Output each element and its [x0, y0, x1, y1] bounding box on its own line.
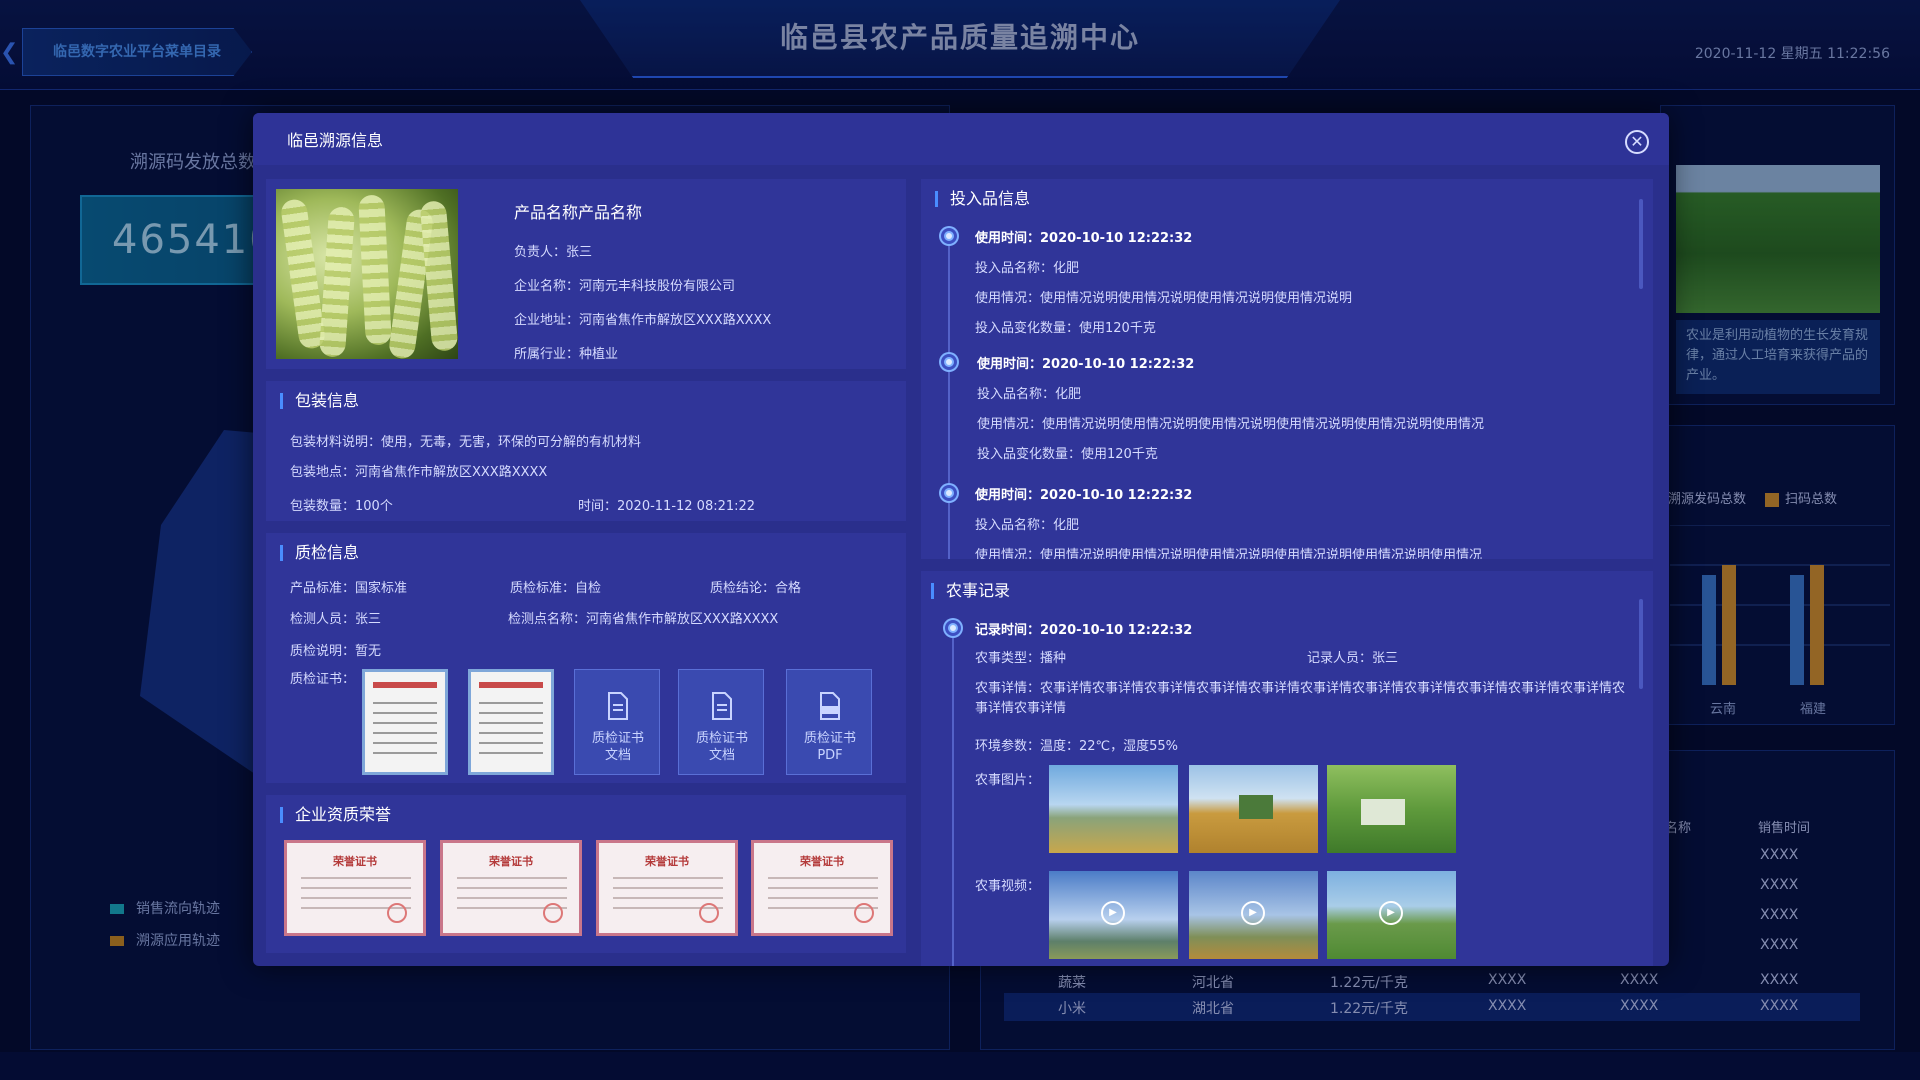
- play-icon[interactable]: ▶: [1379, 901, 1403, 925]
- inputs-card: 投入品信息 使用时间：2020-10-10 12:22:32 投入品名称：化肥 …: [921, 179, 1653, 559]
- farming-env: 环境参数：温度：22℃，湿度55%: [975, 739, 1179, 754]
- farming-videos-label: 农事视频：: [975, 879, 1041, 894]
- input-time: 使用时间：2020-10-10 12:22:32: [975, 488, 1193, 503]
- quality-doc-button[interactable]: 质检证书 文档: [574, 669, 660, 775]
- input-name: 投入品名称：化肥: [975, 518, 1080, 533]
- honor-heading: 荣誉证书: [333, 855, 377, 868]
- quality-pdf-button[interactable]: 质检证书 PDF: [786, 669, 872, 775]
- farming-time: 记录时间：2020-10-10 12:22:32: [975, 623, 1193, 638]
- timeline-dot: [941, 228, 957, 244]
- honor-certificate[interactable]: 荣誉证书: [751, 840, 893, 936]
- doc-label: 质检证书: [695, 731, 748, 746]
- packaging-quantity: 包装数量：100个: [290, 499, 393, 514]
- honors-title: 企业资质荣誉: [280, 807, 391, 823]
- trace-info-modal: 临邑溯源信息 ✕ 产品名称产品名称 负责人：张三 企业名称：河南元丰科技股份有限…: [253, 113, 1669, 966]
- seal-icon: [699, 903, 719, 923]
- honor-certificate[interactable]: 荣誉证书: [440, 840, 582, 936]
- input-qty: 投入品变化数量：使用120千克: [975, 321, 1156, 336]
- quality-conclusion: 质检结论：合格: [710, 581, 802, 596]
- packaging-time: 时间：2020-11-12 08:21:22: [578, 499, 756, 514]
- document-icon: [608, 692, 628, 720]
- packaging-card: 包装信息 包装材料说明：使用，无毒，无害，环保的可分解的有机材料 包装地点：河南…: [266, 381, 906, 521]
- input-qty: 投入品变化数量：使用120千克: [977, 447, 1158, 462]
- quality-doc-button[interactable]: 质检证书 文档: [678, 669, 764, 775]
- modal-title: 临邑溯源信息: [287, 131, 384, 150]
- quality-product-standard: 产品标准：国家标准: [290, 581, 408, 596]
- honor-heading: 荣誉证书: [800, 855, 844, 868]
- doc-type: 文档: [708, 748, 735, 763]
- modal-header: 临邑溯源信息 ✕: [253, 113, 1669, 165]
- input-usage: 使用情况：使用情况说明使用情况说明使用情况说明使用情况说明使用情况说明使用情况: [977, 417, 1485, 432]
- timeline-dot: [941, 485, 957, 501]
- input-usage: 使用情况：使用情况说明使用情况说明使用情况说明使用情况说明使用情况说明使用情况: [975, 548, 1483, 559]
- farming-video[interactable]: ▶: [1189, 871, 1318, 959]
- farming-images-label: 农事图片：: [975, 773, 1041, 788]
- honor-heading: 荣誉证书: [645, 855, 689, 868]
- farming-video[interactable]: ▶: [1049, 871, 1178, 959]
- quality-inspector: 检测人员：张三: [290, 612, 382, 627]
- timeline-line: [948, 229, 950, 559]
- doc-type: 文档: [604, 748, 631, 763]
- packaging-place: 包装地点：河南省焦作市解放区XXX路XXXX: [290, 465, 548, 480]
- packaging-material: 包装材料说明：使用，无毒，无害，环保的可分解的有机材料: [290, 435, 642, 450]
- farming-image[interactable]: [1327, 765, 1456, 853]
- input-usage: 使用情况：使用情况说明使用情况说明使用情况说明使用情况说明: [975, 291, 1353, 306]
- honor-heading: 荣誉证书: [489, 855, 533, 868]
- quality-certificate-thumb[interactable]: [362, 669, 448, 775]
- farming-detail: 农事详情：农事详情农事详情农事详情农事详情农事详情农事详情农事详情农事详情农事详…: [975, 681, 1626, 716]
- quality-title: 质检信息: [280, 545, 359, 561]
- honors-card: 企业资质荣誉 荣誉证书 荣誉证书 荣誉证书 荣誉证书: [266, 795, 906, 953]
- quality-certificate-thumb[interactable]: [468, 669, 554, 775]
- product-company: 企业名称：河南元丰科技股份有限公司: [514, 279, 736, 294]
- quality-card: 质检信息 产品标准：国家标准 质检标准：自检 质检结论：合格 检测人员：张三 检…: [266, 533, 906, 783]
- input-name: 投入品名称：化肥: [975, 261, 1080, 276]
- seal-icon: [387, 903, 407, 923]
- close-icon[interactable]: ✕: [1625, 130, 1649, 154]
- timeline-line: [952, 621, 954, 966]
- product-industry: 所属行业：种植业: [514, 347, 619, 362]
- product-address: 企业地址：河南省焦作市解放区XXX路XXXX: [514, 313, 772, 328]
- farming-type: 农事类型：播种: [975, 651, 1067, 666]
- pdf-icon: [820, 692, 840, 720]
- quality-site: 检测点名称：河南省焦作市解放区XXX路XXXX: [508, 612, 779, 627]
- quality-note: 质检说明：暂无: [290, 644, 382, 659]
- doc-label: 质检证书: [803, 731, 856, 746]
- farming-card: 农事记录 记录时间：2020-10-10 12:22:32 农事类型：播种 记录…: [921, 571, 1653, 966]
- farming-video[interactable]: ▶: [1327, 871, 1456, 959]
- timeline-dot: [945, 620, 961, 636]
- farming-image[interactable]: [1049, 765, 1178, 853]
- input-time: 使用时间：2020-10-10 12:22:32: [977, 357, 1195, 372]
- packaging-title: 包装信息: [280, 393, 359, 409]
- farming-recorder: 记录人员：张三: [1307, 651, 1399, 666]
- honor-certificate[interactable]: 荣誉证书: [596, 840, 738, 936]
- doc-type: PDF: [817, 748, 843, 763]
- product-card: 产品名称产品名称 负责人：张三 企业名称：河南元丰科技股份有限公司 企业地址：河…: [266, 179, 906, 369]
- input-time: 使用时间：2020-10-10 12:22:32: [975, 231, 1193, 246]
- honor-certificate[interactable]: 荣誉证书: [284, 840, 426, 936]
- timeline-dot: [941, 354, 957, 370]
- seal-icon: [543, 903, 563, 923]
- inputs-title: 投入品信息: [935, 191, 1030, 207]
- play-icon[interactable]: ▶: [1101, 901, 1125, 925]
- product-owner: 负责人：张三: [514, 245, 593, 260]
- play-icon[interactable]: ▶: [1241, 901, 1265, 925]
- wheat-image: [276, 189, 458, 359]
- quality-inspect-standard: 质检标准：自检: [510, 581, 602, 596]
- document-icon: [712, 692, 732, 720]
- farming-image[interactable]: [1189, 765, 1318, 853]
- doc-label: 质检证书: [591, 731, 644, 746]
- product-name: 产品名称产品名称: [514, 203, 643, 222]
- farming-title: 农事记录: [931, 583, 1010, 599]
- seal-icon: [854, 903, 874, 923]
- quality-cert-label: 质检证书：: [290, 672, 356, 687]
- farming-scrollbar[interactable]: [1639, 599, 1643, 689]
- input-name: 投入品名称：化肥: [977, 387, 1082, 402]
- inputs-scrollbar[interactable]: [1639, 199, 1643, 289]
